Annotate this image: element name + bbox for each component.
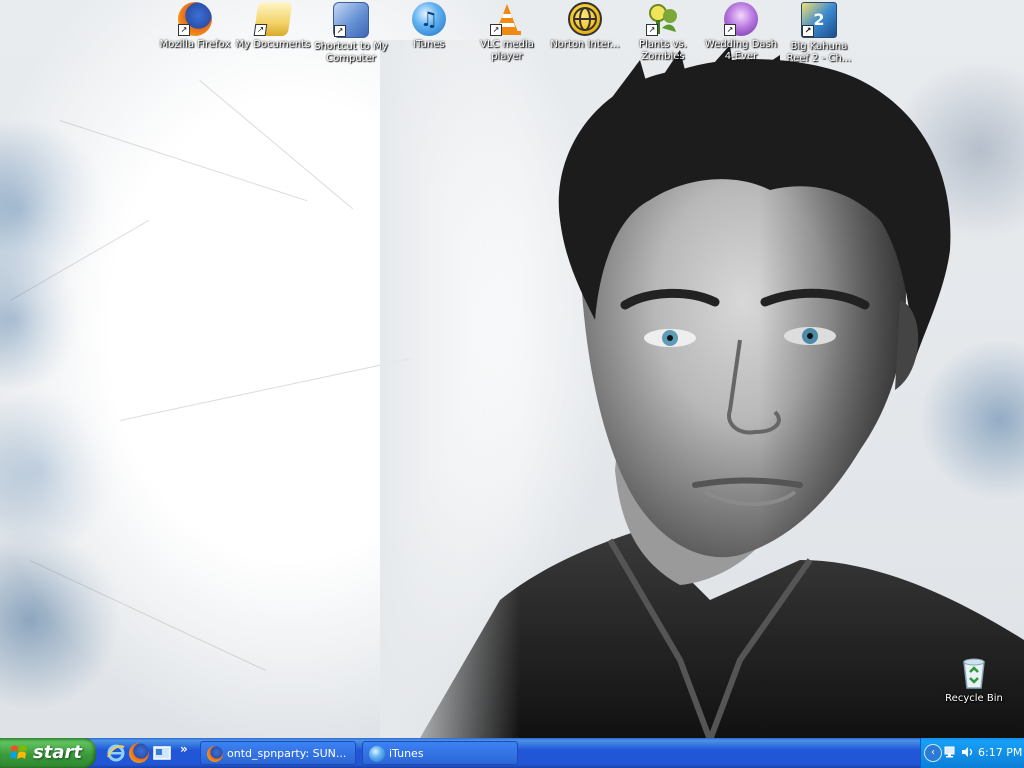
desktop-icon-label: Wedding Dash 4-Ever (704, 39, 778, 62)
taskbar-button-itunes[interactable]: iTunes (362, 741, 518, 765)
itunes-icon (369, 746, 385, 762)
clock[interactable]: 6:17 PM (978, 738, 1022, 768)
start-button[interactable]: start (0, 738, 96, 768)
desktop-icon-label: Shortcut to My Computer (314, 41, 388, 64)
recycle-bin-icon (957, 656, 991, 690)
internet-explorer-icon[interactable] (106, 743, 126, 763)
desktop-icon-wedding-dash[interactable]: ↗ Wedding Dash 4-Ever (702, 2, 780, 63)
desktop-icon-label: Mozilla Firefox (159, 39, 231, 50)
desktop-icon-big-kahuna[interactable]: 2 ↗ Big Kahuna Reef 2 - Ch... (780, 2, 858, 65)
tray-expand-button[interactable]: ‹ (924, 744, 942, 762)
vlc-cone-icon: ↗ (490, 2, 524, 36)
desktop-icon-label: iTunes (413, 39, 445, 50)
taskbar-button-firefox[interactable]: ontd_spnparty: SUN... (200, 741, 356, 765)
desktop-icon-label: VLC media player (480, 39, 534, 62)
network-icon[interactable] (944, 745, 958, 759)
quick-launch-overflow-button[interactable]: » (180, 742, 188, 756)
my-computer-icon: ↗ (333, 2, 369, 38)
plants-vs-zombies-icon: ↗ (646, 2, 680, 36)
desktop-icon-plants-vs-zombies[interactable]: ↗ Plants vs. Zombies (624, 2, 702, 63)
windows-flag-icon (10, 745, 27, 759)
big-kahuna-icon: 2 ↗ (801, 2, 837, 38)
volume-icon[interactable] (960, 745, 974, 759)
show-desktop-icon[interactable] (152, 743, 172, 763)
desktop-icon-label: Recycle Bin (945, 693, 1003, 704)
shortcut-arrow-icon: ↗ (724, 24, 736, 36)
desktop-icon-label: Norton Inter... (550, 39, 620, 50)
desktop-icon-norton[interactable]: Norton Inter... (546, 2, 624, 51)
desktop-wallpaper (0, 0, 1024, 738)
system-tray: ‹ 6:17 PM (920, 738, 1024, 768)
shortcut-arrow-icon: ↗ (646, 24, 658, 36)
portrait-photo (380, 40, 1024, 738)
wedding-dash-icon: ↗ (724, 2, 758, 36)
shortcut-arrow-icon: ↗ (490, 24, 502, 36)
desktop-icon-itunes[interactable]: ♫ iTunes (390, 2, 468, 51)
start-label: start (33, 742, 82, 763)
norton-globe-icon (568, 2, 602, 36)
firefox-icon: ↗ (178, 2, 212, 36)
desktop-icon-my-documents[interactable]: ↗ My Documents (234, 2, 312, 51)
shortcut-arrow-icon: ↗ (178, 24, 190, 36)
shortcut-arrow-icon: ↗ (334, 25, 346, 37)
taskbar-button-label: ontd_spnparty: SUN... (227, 747, 347, 760)
shortcut-arrow-icon: ↗ (253, 24, 268, 36)
desktop-icon-firefox[interactable]: ↗ Mozilla Firefox (156, 2, 234, 51)
desktop-icon-my-computer[interactable]: ↗ Shortcut to My Computer (312, 2, 390, 65)
firefox-icon (207, 746, 223, 762)
desktop-icon-label: Big Kahuna Reef 2 - Ch... (786, 41, 852, 64)
firefox-icon[interactable] (129, 743, 149, 763)
shortcut-arrow-icon: ↗ (802, 25, 814, 37)
desktop-icon-recycle-bin[interactable]: Recycle Bin (935, 656, 1013, 705)
desktop-icon-vlc[interactable]: ↗ VLC media player (468, 2, 546, 63)
desktop-icon-label: My Documents (235, 39, 311, 50)
taskbar-button-label: iTunes (389, 747, 424, 760)
folder-documents-icon: ↗ (253, 2, 293, 36)
desktop-icon-label: Plants vs. Zombies (639, 39, 687, 62)
taskbar: start » ontd_spnparty: SUN... iTunes ‹ 6… (0, 738, 1024, 768)
itunes-icon: ♫ (412, 2, 446, 36)
